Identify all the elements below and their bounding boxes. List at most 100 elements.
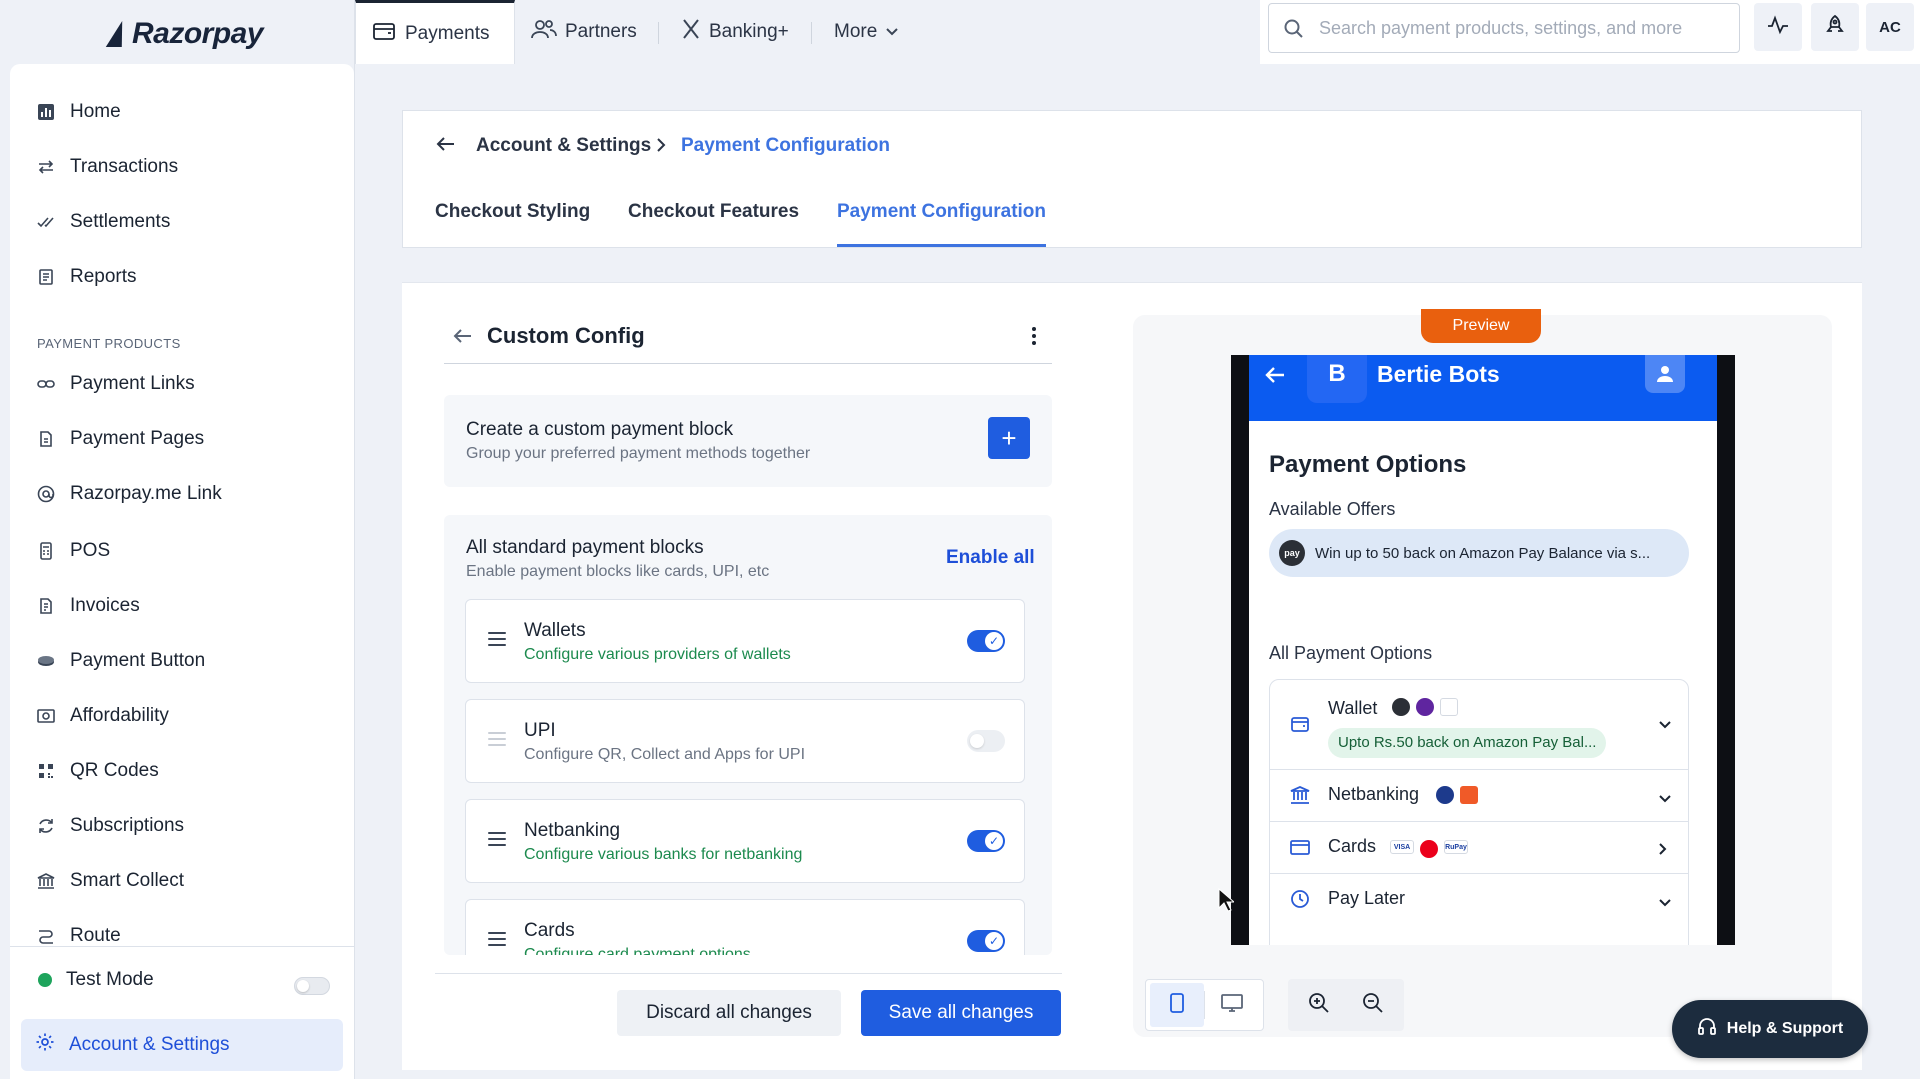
tab-payments[interactable]: Payments bbox=[355, 0, 515, 64]
banking-x-icon bbox=[681, 18, 701, 46]
preview-controls bbox=[1145, 979, 1404, 1031]
preview-title: Payment Options bbox=[1269, 451, 1467, 478]
sidebar-item-reports[interactable]: Reports bbox=[36, 257, 137, 297]
enable-all-link[interactable]: Enable all bbox=[946, 547, 1035, 569]
chevron-down-icon bbox=[1658, 714, 1672, 735]
sidebar-item-payment-button[interactable]: Payment Button bbox=[36, 641, 205, 681]
amazon-pay-icon: pay bbox=[1279, 540, 1305, 566]
sidebar-item-home[interactable]: Home bbox=[36, 92, 121, 132]
visa-logo-icon: VISA bbox=[1390, 840, 1414, 854]
sidebar-item-transactions[interactable]: Transactions bbox=[36, 147, 178, 187]
divider bbox=[435, 973, 1062, 974]
payment-products-heading: PAYMENT PRODUCTS bbox=[37, 336, 181, 351]
zoom-in-button[interactable] bbox=[1292, 983, 1346, 1027]
link-icon bbox=[36, 374, 56, 394]
sidebar-item-razorpay-me-link[interactable]: Razorpay.me Link bbox=[36, 474, 222, 514]
upi-toggle[interactable] bbox=[967, 730, 1005, 752]
payments-icon bbox=[373, 20, 397, 48]
settings-header: Account & Settings Payment Configuration… bbox=[402, 110, 1862, 248]
discard-changes-button[interactable]: Discard all changes bbox=[617, 990, 841, 1036]
method-name: Wallets bbox=[524, 620, 586, 641]
drag-handle-icon[interactable] bbox=[488, 632, 506, 646]
more-options-icon[interactable] bbox=[1024, 323, 1044, 349]
payment-options-list: Wallet Upto Rs.50 back on Amazon Pay Bal… bbox=[1269, 679, 1689, 945]
netbanking-toggle[interactable] bbox=[967, 830, 1005, 852]
activity-pulse-icon bbox=[1767, 15, 1789, 39]
search-box[interactable] bbox=[1268, 3, 1740, 53]
pos-terminal-icon bbox=[36, 541, 56, 561]
bank-logo-icon bbox=[1460, 786, 1478, 804]
cash-icon bbox=[36, 706, 56, 726]
bank-icon bbox=[1290, 785, 1310, 810]
help-support-button[interactable]: Help & Support bbox=[1672, 1000, 1868, 1058]
phonepe-logo-icon bbox=[1416, 698, 1434, 716]
sidebar-item-invoices[interactable]: Invoices bbox=[36, 586, 140, 626]
sidebar-item-subscriptions[interactable]: Subscriptions bbox=[36, 806, 184, 846]
back-arrow-icon[interactable] bbox=[435, 133, 457, 160]
tab-payment-configuration[interactable]: Payment Configuration bbox=[837, 201, 1047, 247]
announcements-button[interactable] bbox=[1811, 3, 1859, 51]
back-arrow-icon[interactable] bbox=[452, 325, 474, 352]
zoom-out-button[interactable] bbox=[1346, 983, 1400, 1027]
method-description[interactable]: Configure various banks for netbanking bbox=[524, 846, 802, 864]
sidebar-item-label: Invoices bbox=[70, 595, 140, 616]
tab-partners[interactable]: Partners bbox=[531, 0, 637, 64]
create-block-title: Create a custom payment block bbox=[466, 419, 734, 440]
option-name: Netbanking bbox=[1328, 784, 1420, 804]
sidebar-item-settlements[interactable]: Settlements bbox=[36, 202, 170, 242]
activity-button[interactable] bbox=[1754, 3, 1802, 51]
add-custom-block-button[interactable]: + bbox=[988, 417, 1030, 459]
sidebar-item-label: Subscriptions bbox=[70, 815, 185, 836]
mobile-view-button[interactable] bbox=[1150, 983, 1204, 1027]
sidebar-item-affordability[interactable]: Affordability bbox=[36, 696, 169, 736]
user-avatar-button[interactable]: AC bbox=[1866, 3, 1914, 51]
save-changes-button[interactable]: Save all changes bbox=[861, 990, 1061, 1036]
tab-checkout-features[interactable]: Checkout Features bbox=[628, 201, 799, 247]
brand-name: Razorpay bbox=[132, 17, 264, 50]
desktop-view-button[interactable] bbox=[1205, 983, 1259, 1027]
sidebar-item-payment-pages[interactable]: Payment Pages bbox=[36, 419, 204, 459]
sidebar-nav: Home Transactions Settlements Reports PA… bbox=[10, 64, 354, 1079]
zoom-in-icon bbox=[1308, 992, 1330, 1019]
chevron-right-icon bbox=[1658, 840, 1668, 861]
method-name: Netbanking bbox=[524, 820, 621, 841]
mobile-icon bbox=[1169, 992, 1185, 1018]
sidebar-item-pos[interactable]: POS bbox=[36, 531, 110, 571]
wallets-toggle[interactable] bbox=[967, 630, 1005, 652]
test-mode: Test Mode bbox=[36, 969, 154, 991]
method-name: UPI bbox=[524, 720, 556, 741]
sidebar-item-smart-collect[interactable]: Smart Collect bbox=[36, 861, 184, 901]
create-custom-block: Create a custom payment block Group your… bbox=[444, 395, 1052, 487]
method-name: Cards bbox=[524, 920, 575, 941]
test-mode-toggle[interactable] bbox=[294, 977, 330, 995]
paypal-logo-icon bbox=[1422, 890, 1440, 908]
sidebar-item-qr-codes[interactable]: QR Codes bbox=[36, 751, 159, 791]
drag-handle-icon[interactable] bbox=[488, 932, 506, 946]
razorpay-logo[interactable]: Razorpay bbox=[106, 14, 264, 54]
bank-logo-icon bbox=[1436, 786, 1454, 804]
chevron-down-icon bbox=[1658, 788, 1672, 809]
drag-handle-icon[interactable] bbox=[488, 732, 506, 746]
option-cards: Cards VISA RuPay bbox=[1270, 822, 1688, 874]
transfer-arrows-icon bbox=[36, 157, 56, 177]
custom-config-card: Custom Config Create a custom payment bl… bbox=[402, 282, 1862, 1070]
tab-more[interactable]: More bbox=[834, 0, 899, 64]
tab-divider bbox=[811, 22, 812, 44]
tab-banking-plus[interactable]: Banking+ bbox=[681, 0, 789, 64]
method-description[interactable]: Configure card payment options bbox=[524, 946, 751, 955]
breadcrumb-current: Payment Configuration bbox=[681, 135, 891, 156]
breadcrumb-parent[interactable]: Account & Settings bbox=[476, 135, 651, 157]
preview-body: Payment Options Available Offers pay Win… bbox=[1249, 421, 1717, 945]
drag-handle-icon[interactable] bbox=[488, 832, 506, 846]
option-name: Wallet bbox=[1328, 698, 1378, 718]
tab-label: Partners bbox=[565, 21, 637, 42]
sidebar-item-account-settings[interactable]: Account & Settings bbox=[21, 1019, 343, 1071]
sidebar-item-payment-links[interactable]: Payment Links bbox=[36, 364, 195, 404]
search-input[interactable] bbox=[1319, 17, 1729, 39]
method-description[interactable]: Configure various providers of wallets bbox=[524, 646, 791, 664]
tab-checkout-styling[interactable]: Checkout Styling bbox=[435, 201, 590, 247]
mastercard-logo-icon bbox=[1420, 840, 1438, 858]
sidebar-footer: Test Mode Account & Settings bbox=[10, 946, 354, 1079]
cards-toggle[interactable] bbox=[967, 930, 1005, 952]
pay-later-logos bbox=[1422, 890, 1440, 908]
